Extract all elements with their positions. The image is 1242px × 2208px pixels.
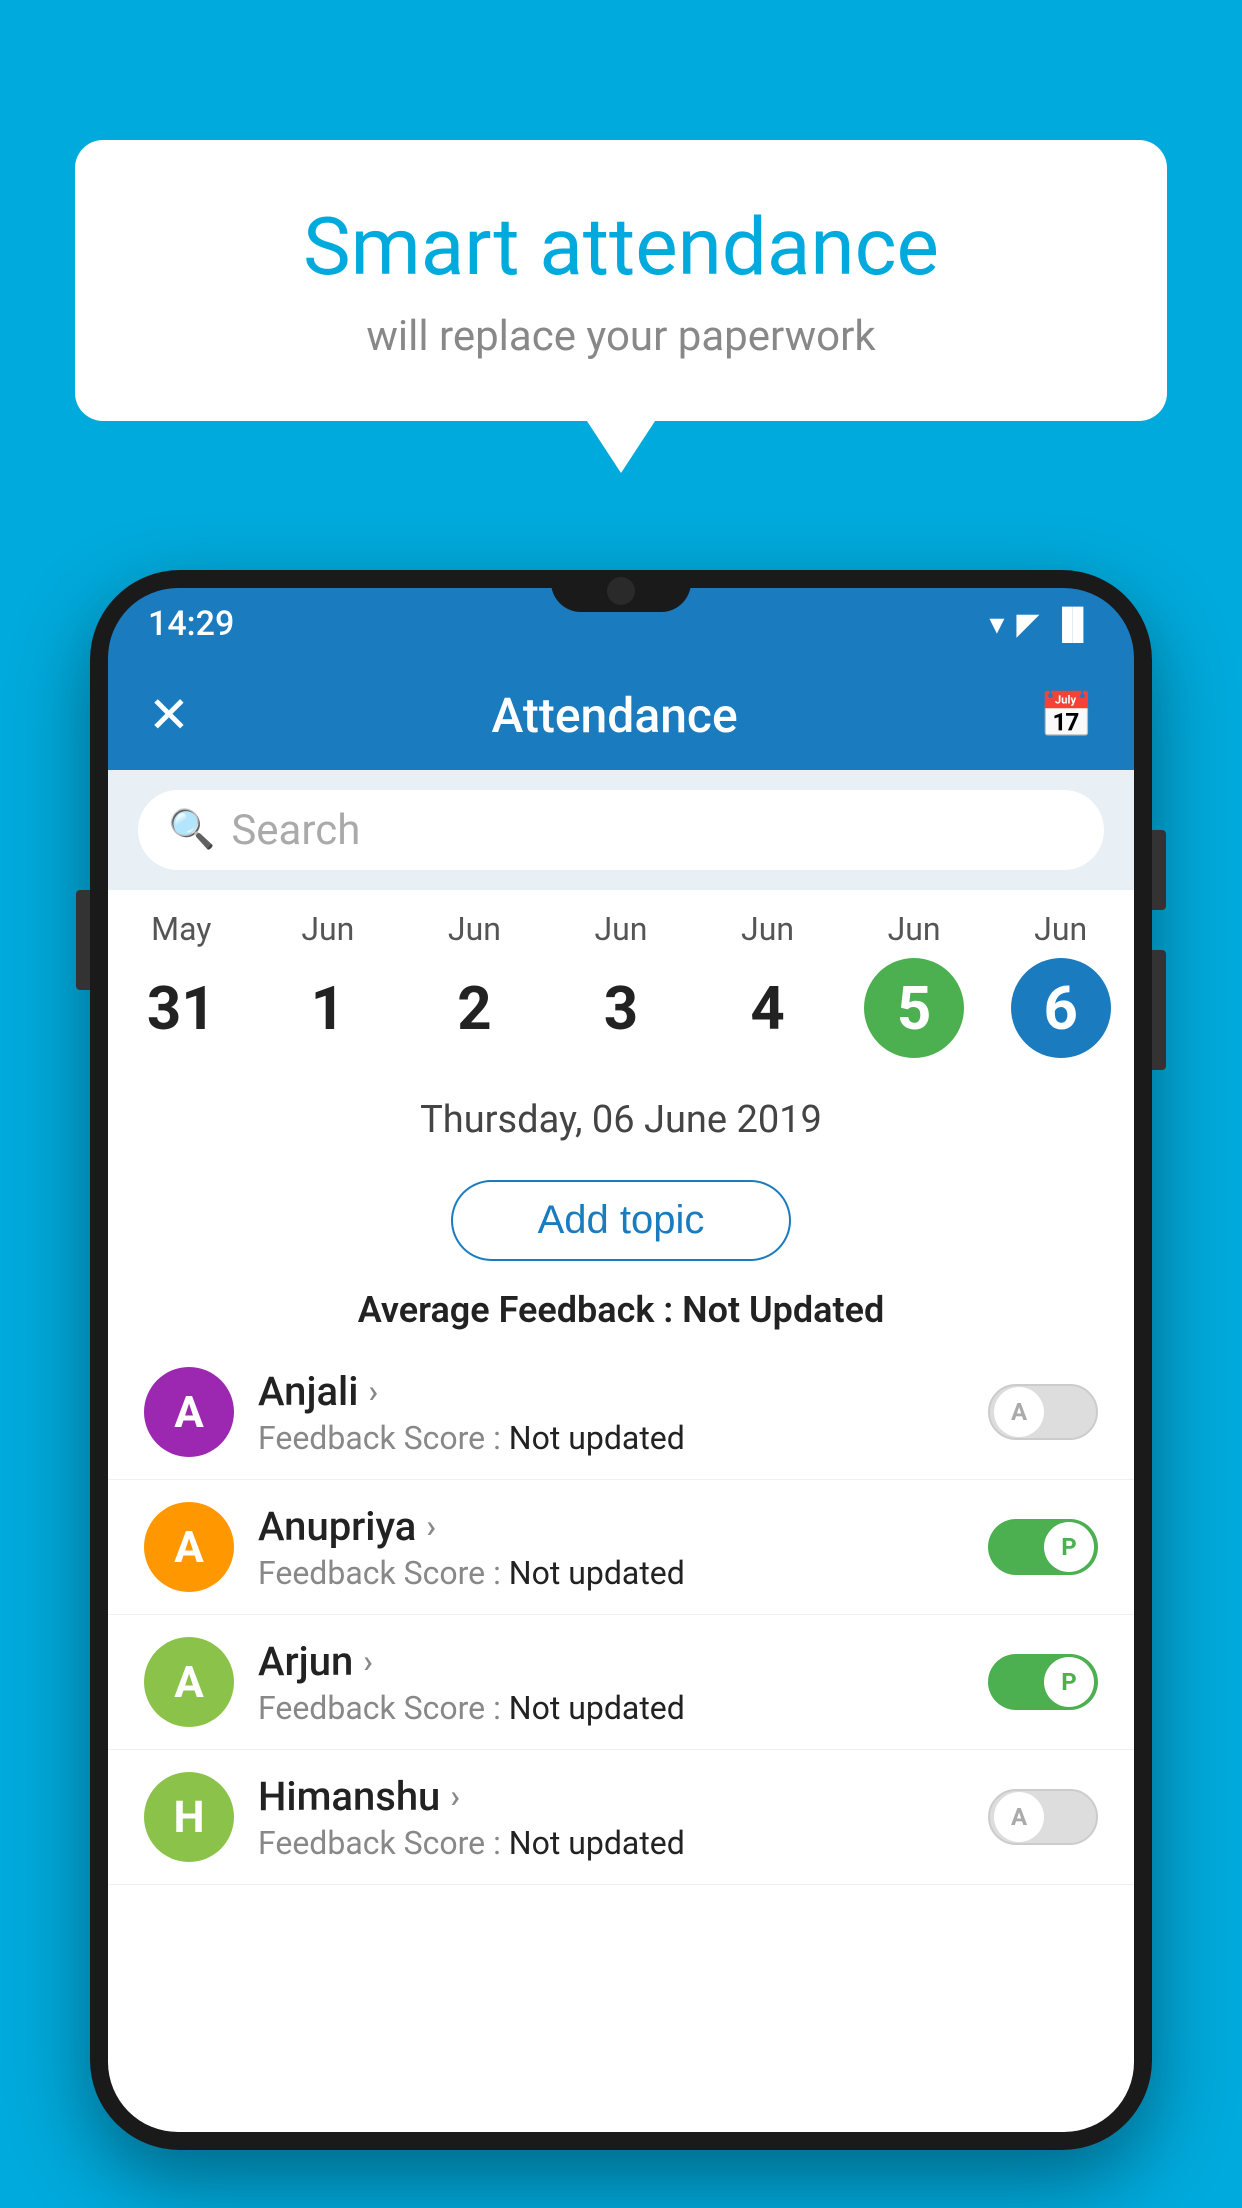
front-camera	[607, 577, 635, 605]
calendar-strip: May 31 Jun 1 Jun 2 Jun 3 Jun 4 Jun 5 Jun 6	[108, 890, 1134, 1078]
average-feedback: Average Feedback : Not Updated	[108, 1289, 1134, 1345]
cal-month-label: Jun	[448, 910, 501, 948]
student-name-label: Himanshu ›	[258, 1773, 964, 1820]
search-icon: 🔍	[168, 808, 215, 852]
student-name-label: Arjun ›	[258, 1638, 964, 1685]
cal-date-number[interactable]: 6	[1011, 958, 1111, 1058]
student-name-label: Anupriya ›	[258, 1503, 964, 1550]
battery-icon: ▐▌	[1051, 607, 1094, 642]
cal-month-label: Jun	[301, 910, 354, 948]
cal-month-label: Jun	[1034, 910, 1087, 948]
attendance-toggle[interactable]: P	[988, 1654, 1098, 1710]
toggle-knob: A	[994, 1387, 1044, 1437]
cal-date-number[interactable]: 3	[571, 958, 671, 1058]
student-list: AAnjali ›Feedback Score : Not updatedAAA…	[108, 1345, 1134, 1885]
signal-icon: ◤	[1016, 607, 1039, 642]
student-avatar: A	[144, 1502, 234, 1592]
add-topic-button[interactable]: Add topic	[451, 1180, 791, 1261]
student-name-label: Anjali ›	[258, 1368, 964, 1415]
student-score-label: Feedback Score : Not updated	[258, 1419, 964, 1457]
student-avatar: H	[144, 1772, 234, 1862]
attendance-toggle[interactable]: P	[988, 1519, 1098, 1575]
student-item-arjun[interactable]: A Arjun › Feedback Score : Not updated P	[108, 1615, 1134, 1750]
calendar-day-3[interactable]: Jun 3	[561, 910, 681, 1058]
screen-content: 🔍 Search May 31 Jun 1 Jun 2 Jun 3 Jun 4 Jun 5 Jun 6 T…	[108, 770, 1134, 2132]
student-avatar: A	[144, 1637, 234, 1727]
cal-month-label: Jun	[741, 910, 794, 948]
power-button	[1152, 830, 1166, 910]
phone-container: 14:29 ▾ ◤ ▐▌ ✕ Attendance 📅 🔍 Search	[90, 570, 1152, 2208]
student-avatar: A	[144, 1367, 234, 1457]
status-time: 14:29	[148, 604, 234, 644]
avg-feedback-label: Average Feedback :	[358, 1289, 682, 1331]
calendar-day-1[interactable]: Jun 1	[268, 910, 388, 1058]
calendar-day-5[interactable]: Jun 5	[854, 910, 974, 1058]
attendance-toggle[interactable]: A	[988, 1789, 1098, 1845]
chevron-icon: ›	[426, 1507, 436, 1545]
search-input[interactable]: Search	[231, 806, 360, 855]
speech-bubble: Smart attendance will replace your paper…	[75, 140, 1167, 421]
student-info: Himanshu › Feedback Score : Not updated	[258, 1773, 964, 1862]
student-score-label: Feedback Score : Not updated	[258, 1689, 964, 1727]
cal-month-label: Jun	[888, 910, 941, 948]
chevron-icon: ›	[363, 1642, 373, 1680]
toggle-knob: A	[994, 1792, 1044, 1842]
volume-button	[76, 890, 90, 990]
cal-date-number[interactable]: 1	[278, 958, 378, 1058]
close-button[interactable]: ✕	[148, 686, 190, 745]
chevron-icon: ›	[450, 1777, 460, 1815]
cal-date-number[interactable]: 31	[131, 958, 231, 1058]
cal-date-number[interactable]: 2	[424, 958, 524, 1058]
student-score-label: Feedback Score : Not updated	[258, 1554, 964, 1592]
speech-bubble-container: Smart attendance will replace your paper…	[75, 140, 1167, 421]
student-item-anupriya[interactable]: A Anupriya › Feedback Score : Not updated P	[108, 1480, 1134, 1615]
student-item-anjali[interactable]: A Anjali › Feedback Score : Not updated A	[108, 1345, 1134, 1480]
search-bar-container: 🔍 Search	[108, 770, 1134, 890]
calendar-day-4[interactable]: Jun 4	[708, 910, 828, 1058]
chevron-icon: ›	[368, 1372, 378, 1410]
toggle-knob: P	[1044, 1657, 1094, 1707]
screen-title: Attendance	[491, 687, 737, 744]
wifi-icon: ▾	[989, 607, 1004, 642]
cal-date-number[interactable]: 5	[864, 958, 964, 1058]
attendance-toggle[interactable]: A	[988, 1384, 1098, 1440]
student-info: Anjali › Feedback Score : Not updated	[258, 1368, 964, 1457]
app-subtitle: will replace your paperwork	[145, 312, 1097, 361]
calendar-day-6[interactable]: Jun 6	[1001, 910, 1121, 1058]
cal-date-number[interactable]: 4	[718, 958, 818, 1058]
student-item-himanshu[interactable]: H Himanshu › Feedback Score : Not updated A	[108, 1750, 1134, 1885]
calendar-day-2[interactable]: Jun 2	[414, 910, 534, 1058]
volume-down-button	[1152, 950, 1166, 1070]
calendar-icon[interactable]: 📅	[1039, 689, 1094, 741]
status-icons: ▾ ◤ ▐▌	[989, 607, 1094, 642]
student-score-label: Feedback Score : Not updated	[258, 1824, 964, 1862]
student-info: Anupriya › Feedback Score : Not updated	[258, 1503, 964, 1592]
cal-month-label: Jun	[594, 910, 647, 948]
selected-date-label: Thursday, 06 June 2019	[108, 1078, 1134, 1152]
student-info: Arjun › Feedback Score : Not updated	[258, 1638, 964, 1727]
app-bar: ✕ Attendance 📅	[108, 660, 1134, 770]
toggle-knob: P	[1044, 1522, 1094, 1572]
cal-month-label: May	[151, 910, 211, 948]
calendar-day-31[interactable]: May 31	[121, 910, 241, 1058]
phone-notch	[551, 570, 691, 612]
avg-feedback-value: Not Updated	[682, 1289, 884, 1331]
search-bar[interactable]: 🔍 Search	[138, 790, 1104, 870]
phone-frame: 14:29 ▾ ◤ ▐▌ ✕ Attendance 📅 🔍 Search	[90, 570, 1152, 2150]
app-title: Smart attendance	[145, 200, 1097, 294]
